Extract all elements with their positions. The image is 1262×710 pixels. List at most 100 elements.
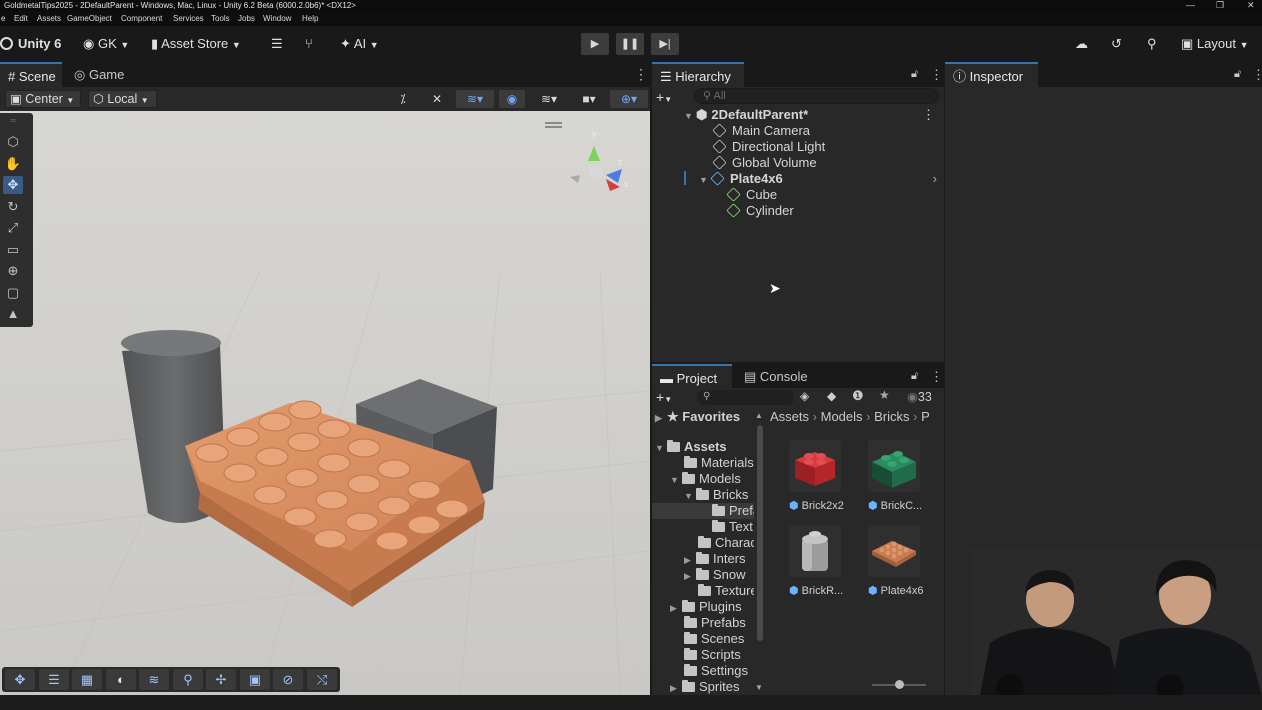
tree-scroll-down[interactable]: ▼	[755, 683, 763, 692]
hierarchy-search-input[interactable]: ⚲ All	[694, 88, 939, 104]
overlay-compass-button[interactable]: ⊘	[273, 669, 303, 690]
rotate-tool[interactable]: ↻	[3, 198, 23, 216]
view-tool[interactable]: ⬡	[3, 133, 23, 151]
overlay-camera-button[interactable]: ▣	[240, 669, 270, 690]
tree-bricks[interactable]: ▼ Bricks	[684, 487, 748, 503]
palette-grip[interactable]: ═	[3, 117, 23, 125]
tab-project[interactable]: ▬ Project	[652, 364, 732, 389]
favorites-row[interactable]: ▶ ★ Favorites	[655, 409, 740, 425]
cloud-button[interactable]: ☁	[1075, 35, 1088, 53]
scale-tool[interactable]: ⤢	[3, 219, 23, 237]
overlay-move-button[interactable]: ✥	[5, 669, 35, 690]
tree-prefabs[interactable]: Prefa	[712, 503, 754, 519]
tree-characters[interactable]: Charac	[698, 535, 754, 551]
minimize-button[interactable]: —	[1186, 0, 1195, 11]
camera-dropdown[interactable]: ■▾	[572, 90, 606, 108]
version-control-button[interactable]: ⑂	[305, 35, 313, 53]
overlay-sliders-button[interactable]: ☰	[39, 669, 69, 690]
project-more-button[interactable]: ⋮	[922, 364, 951, 389]
ai-dropdown[interactable]: ✦ AI ▼	[340, 35, 379, 53]
grid-snap-button[interactable]: ⁒	[390, 90, 416, 108]
filter-type-button[interactable]: ◈	[800, 389, 809, 403]
hierarchy-item-cylinder[interactable]: Cylinder	[726, 203, 794, 219]
tab-console[interactable]: ▤ Console	[736, 364, 816, 389]
hierarchy-item-plate4x6[interactable]: ▼ Plate4x6 ›	[699, 171, 939, 187]
unity-menu-button[interactable]: Unity 6	[0, 35, 61, 53]
tree-scroll-up[interactable]: ▲	[755, 411, 763, 420]
package-manager-button[interactable]: ☰	[271, 35, 283, 53]
pivot-rotation-dropdown[interactable]: ⬡ Local ▼	[88, 90, 157, 108]
tree-scenes[interactable]: Scenes	[684, 631, 744, 647]
tree-plugins[interactable]: ▶ Plugins	[670, 599, 742, 615]
tab-scene[interactable]: # Scene	[0, 62, 62, 87]
menu-assets[interactable]: Assets	[37, 11, 61, 26]
menu-tools[interactable]: Tools	[211, 11, 230, 26]
tree-settings[interactable]: Settings	[684, 663, 748, 679]
draw-mode-dropdown[interactable]: ≋▾	[456, 90, 494, 108]
menu-services[interactable]: Services	[173, 11, 204, 26]
tree-textures[interactable]: Text	[712, 519, 754, 535]
visibility-button[interactable]: ◉	[499, 90, 525, 108]
menu-window[interactable]: Window	[263, 11, 291, 26]
search-button[interactable]: ⚲	[1147, 35, 1157, 53]
hierarchy-item-cube[interactable]: Cube	[726, 187, 777, 203]
hierarchy-item-directional-light[interactable]: Directional Light	[712, 139, 825, 155]
overlay-shading-button[interactable]: ◐	[106, 669, 136, 690]
overlay-search-button[interactable]: ⚲	[173, 669, 203, 690]
asset-plate4x6[interactable]: ⬢ Plate4x6	[868, 525, 924, 598]
hierarchy-item-global-volume[interactable]: Global Volume	[712, 155, 817, 171]
breadcrumb-bricks[interactable]: Bricks	[874, 409, 909, 424]
tab-hierarchy[interactable]: ☰ Hierarchy	[652, 62, 744, 87]
tree-scripts[interactable]: Scripts	[684, 647, 741, 663]
tree-materials[interactable]: Materials	[684, 455, 754, 471]
favorite-button[interactable]: ★	[879, 388, 890, 402]
pause-button[interactable]: ❚❚	[616, 33, 644, 55]
asset-store-dropdown[interactable]: ▮ Asset Store ▼	[151, 35, 241, 53]
hidden-count-badge[interactable]: ◉33	[907, 389, 932, 404]
project-search-input[interactable]: ⚲	[697, 390, 794, 405]
menu-gameobject[interactable]: GameObject	[67, 11, 112, 26]
pivot-mode-dropdown[interactable]: ▣ Center ▼	[5, 90, 81, 108]
asset-brickc[interactable]: ⬢ BrickC...	[868, 440, 924, 513]
tree-scrollbar[interactable]	[757, 425, 763, 641]
overlay-random-button[interactable]: ⤭	[307, 669, 337, 690]
breadcrumb-assets[interactable]: Assets	[770, 409, 809, 424]
tree-snow[interactable]: ▶ Snow	[684, 567, 754, 583]
layout-dropdown[interactable]: ▣ Layout ▼	[1181, 35, 1249, 53]
filter-label-button[interactable]: ◆	[827, 389, 836, 403]
menu-file[interactable]: e	[1, 11, 5, 26]
asset-brick2x2[interactable]: ⬢ Brick2x2	[789, 440, 845, 513]
play-button[interactable]: ▶	[581, 33, 609, 55]
menu-component[interactable]: Component	[121, 11, 162, 26]
tab-game[interactable]: ◎ Game	[66, 62, 132, 87]
maximize-button[interactable]: ❐	[1216, 0, 1224, 11]
rect-tool[interactable]: ▭	[3, 241, 23, 259]
close-button[interactable]: ✕	[1247, 0, 1255, 11]
account-dropdown[interactable]: ◉ GK ▼	[83, 35, 129, 53]
menu-edit[interactable]: Edit	[14, 11, 28, 26]
hand-tool[interactable]: ✋	[3, 155, 23, 173]
filter-log-button[interactable]: ❶	[852, 388, 864, 404]
render-dropdown[interactable]: ≋▾	[530, 90, 568, 108]
menu-help[interactable]: Help	[302, 11, 318, 26]
custom-tool[interactable]: ▢	[3, 284, 23, 302]
scene-root-row[interactable]: ▼ ⬢ 2DefaultParent* ⋮	[684, 107, 939, 123]
history-button[interactable]: ↺	[1111, 35, 1122, 53]
step-button[interactable]: ▶|	[651, 33, 679, 55]
project-add-button[interactable]: +▼	[656, 389, 686, 405]
hierarchy-item-main-camera[interactable]: Main Camera	[712, 123, 810, 139]
hierarchy-add-button[interactable]: +▼	[656, 89, 686, 105]
breadcrumb-prefabs[interactable]: P	[921, 409, 930, 424]
chevron-right-icon[interactable]: ›	[933, 171, 937, 187]
increment-snap-button[interactable]: ✕	[424, 90, 450, 108]
overlay-pivot-button[interactable]: ✢	[206, 669, 236, 690]
gizmos-dropdown[interactable]: ⊕▾	[610, 90, 648, 108]
tree-interiors[interactable]: ▶ Inters	[684, 551, 754, 567]
overlay-handle[interactable]	[545, 122, 562, 124]
menu-jobs[interactable]: Jobs	[238, 11, 255, 26]
inspector-more-button[interactable]: ⋮	[1244, 62, 1262, 87]
overlay-grid-button[interactable]: ▦	[72, 669, 102, 690]
icon-size-slider-handle[interactable]	[895, 680, 904, 689]
tree-prefabs2[interactable]: Prefabs	[684, 615, 746, 631]
overlay-layers-button[interactable]: ≋	[139, 669, 169, 690]
